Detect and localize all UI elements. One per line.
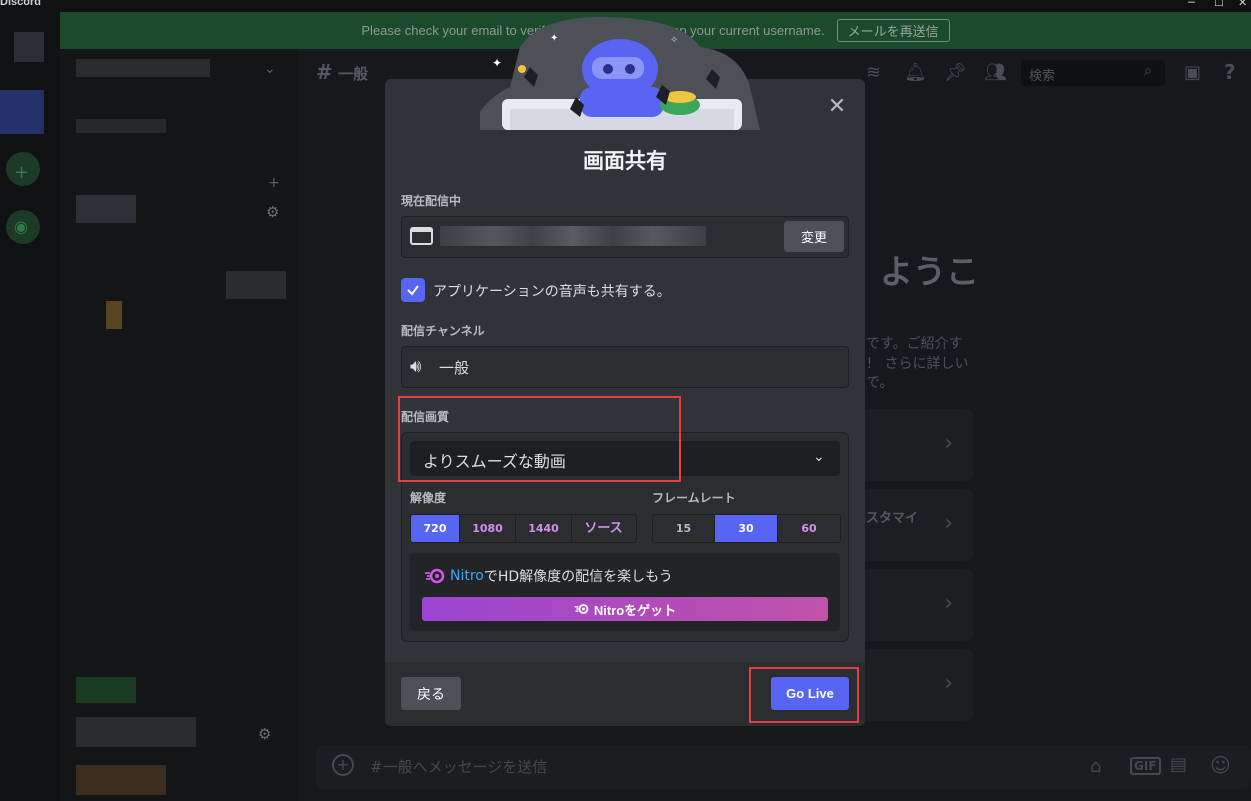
chevron-right-icon: › — [944, 431, 953, 456]
add-server-icon[interactable]: + — [14, 162, 29, 183]
speaker-icon: 🔊︎ — [410, 356, 422, 377]
check-icon — [407, 285, 419, 296]
search-icon: ⌕ — [1144, 63, 1152, 79]
welcome-heading: ようこ — [880, 252, 979, 291]
framerate-label: フレームレート — [652, 491, 736, 505]
bell-icon[interactable]: 🔔︎ — [904, 62, 927, 83]
message-placeholder: #一般へメッセージを送信 — [370, 758, 548, 776]
resolution-option-1440[interactable]: 1440 — [516, 515, 572, 542]
share-audio-checkbox[interactable] — [401, 278, 425, 302]
chevron-down-icon[interactable]: ⌄ — [264, 61, 276, 77]
pin-icon[interactable]: 📌︎ — [944, 62, 967, 83]
chevron-right-icon: › — [944, 511, 953, 536]
gif-icon[interactable]: GIF — [1130, 757, 1161, 775]
server-rail: + ◉ — [0, 12, 60, 801]
resolution-label: 解像度 — [410, 491, 447, 505]
gear-icon[interactable]: ⚙ — [266, 203, 279, 221]
welcome-line-1: です。ご紹介す — [866, 336, 963, 352]
welcome-line-3: で。 — [866, 375, 894, 391]
gift-icon[interactable]: ⌂ — [1090, 756, 1101, 777]
screen-share-illustration-icon: ✦ ✦ ✧ — [480, 17, 760, 130]
chevron-down-icon: ⌄ — [813, 449, 825, 465]
maximize-icon[interactable]: ☐ — [1214, 0, 1224, 9]
dialog-title: 画面共有 — [583, 149, 667, 173]
change-source-button[interactable]: 変更 — [784, 221, 844, 252]
channel-list: ⌄ + ⚙ ⚙ — [60, 49, 298, 801]
minimize-icon[interactable]: ─ — [1188, 0, 1195, 9]
emoji-icon[interactable]: ☺ — [1210, 753, 1231, 777]
chevron-right-icon: › — [944, 671, 953, 696]
nitro-desc-text: でHD解像度の配信を楽しもう — [483, 569, 673, 585]
blurred-source-name — [440, 226, 706, 246]
channel-header-name: 一般 — [338, 65, 369, 83]
close-dialog-button[interactable]: ✕ — [826, 94, 848, 119]
members-icon[interactable]: 👥︎ — [984, 62, 1007, 83]
window-icon — [410, 227, 433, 245]
welcome-card[interactable]: › — [860, 649, 973, 721]
threads-icon[interactable]: ≋ — [866, 62, 881, 83]
welcome-card[interactable]: スタマイ › — [860, 489, 973, 561]
framerate-options: 15 30 60 — [652, 514, 841, 543]
close-window-icon[interactable]: ✕ — [1238, 0, 1247, 9]
nitro-icon — [425, 568, 445, 584]
settings-icon[interactable]: ⚙ — [258, 725, 271, 743]
resolution-option-1080[interactable]: 1080 — [460, 515, 516, 542]
channel-header: # 一般 — [316, 60, 368, 84]
add-channel-icon[interactable]: + — [268, 175, 280, 191]
inbox-icon[interactable]: ▣ — [1184, 62, 1201, 83]
resolution-option-source[interactable]: ソース — [572, 515, 635, 542]
stream-channel-label: 配信チャンネル — [401, 324, 485, 338]
svg-text:✦: ✦ — [550, 33, 558, 44]
welcome-card[interactable]: › — [860, 569, 973, 641]
welcome-line-2: ！ さらに詳しい — [866, 356, 969, 372]
app-title: Discord — [0, 0, 41, 8]
chevron-right-icon: › — [944, 591, 953, 616]
nitro-icon — [574, 604, 589, 614]
svg-text:✦: ✦ — [492, 56, 502, 70]
nitro-brand-text: Nitro — [450, 568, 484, 584]
share-audio-label: アプリケーションの音声も共有する。 — [433, 284, 671, 300]
explore-icon[interactable]: ◉ — [14, 217, 28, 236]
resend-email-button[interactable]: メールを再送信 — [836, 19, 950, 42]
help-icon[interactable]: ? — [1224, 60, 1236, 84]
go-live-highlight-box — [749, 667, 859, 723]
sticker-icon[interactable]: ▤ — [1170, 754, 1187, 775]
framerate-option-30[interactable]: 30 — [715, 515, 778, 542]
get-nitro-label: Nitroをゲット — [593, 602, 677, 618]
resolution-option-720[interactable]: 720 — [411, 515, 460, 542]
quality-highlight-box — [398, 396, 681, 482]
welcome-card[interactable]: › — [860, 409, 973, 481]
framerate-option-60[interactable]: 60 — [778, 515, 840, 542]
framerate-option-15[interactable]: 15 — [653, 515, 715, 542]
card-label: スタマイ — [866, 511, 919, 526]
current-stream-label: 現在配信中 — [401, 194, 462, 208]
back-button[interactable]: 戻る — [401, 677, 461, 710]
svg-text:✧: ✧ — [670, 35, 678, 46]
nitro-upsell-text: Nitro でHD解像度の配信を楽しもう — [424, 566, 673, 586]
stream-channel-name: 一般 — [439, 359, 470, 377]
resolution-options: 720 1080 1440 ソース — [410, 514, 637, 543]
hash-icon: # — [316, 60, 333, 84]
get-nitro-button[interactable]: Nitroをゲット — [422, 597, 828, 621]
window-title-bar — [0, 0, 1251, 12]
search-placeholder: 検索 — [1029, 69, 1056, 84]
attach-plus-icon[interactable]: + — [332, 754, 354, 776]
